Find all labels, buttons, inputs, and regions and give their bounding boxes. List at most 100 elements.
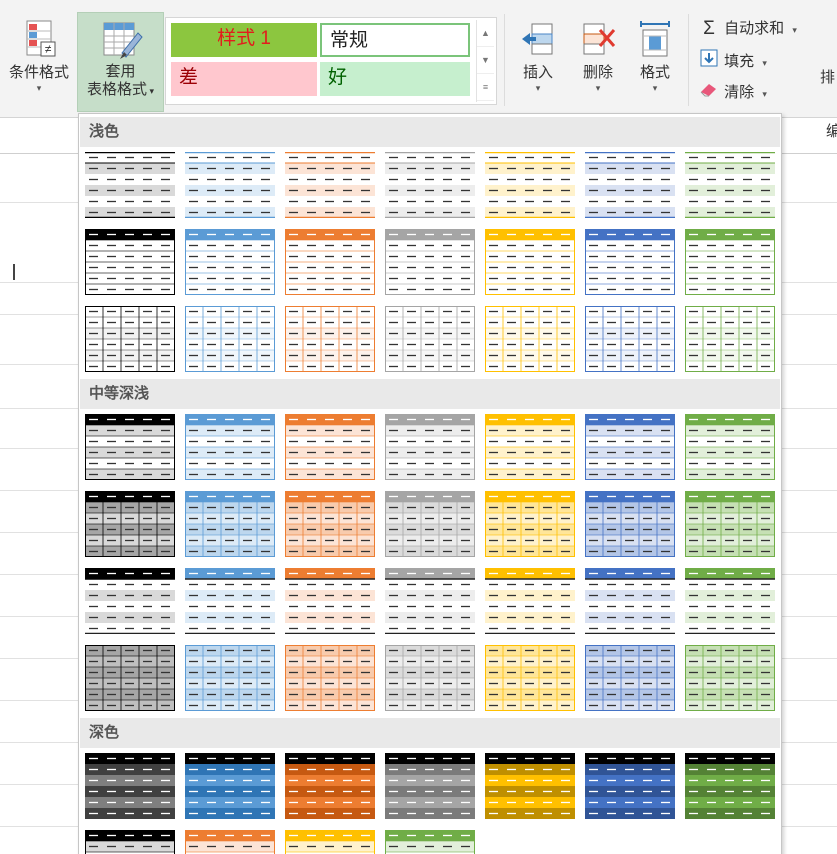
table-style-dark2-black[interactable] (85, 830, 175, 854)
table-style-light1-blue[interactable] (185, 152, 275, 218)
insert-cells-icon (522, 23, 553, 55)
format-button[interactable]: 格式 ▾ (629, 20, 681, 94)
delete-cells-icon (583, 23, 616, 55)
table-style-med2-darkblue[interactable] (585, 491, 675, 557)
table-style-med3-orange[interactable] (285, 568, 375, 634)
table-style-med4-orange[interactable] (285, 645, 375, 711)
table-style-dark1-blue[interactable] (185, 753, 275, 819)
table-style-med2-black[interactable] (85, 491, 175, 557)
ribbon: ≠ 条件格式 ▾ 套用 表格格式 ▾ 样式 1 常规 差 好 ▲ ▼ ≡ 插入 … (0, 0, 837, 118)
table-style-light3-black[interactable] (85, 306, 175, 372)
table-style-light1-green[interactable] (685, 152, 775, 218)
format-cells-icon (640, 21, 670, 57)
cell-style-bad[interactable]: 差 (171, 62, 317, 96)
format-as-table-icon (103, 22, 143, 59)
table-style-light2-gold[interactable] (485, 229, 575, 295)
table-style-med4-gold[interactable] (485, 645, 575, 711)
chevron-down-icon: ▾ (762, 57, 767, 68)
insert-button[interactable]: 插入 ▾ (512, 20, 564, 94)
table-style-dark1-green[interactable] (685, 753, 775, 819)
table-style-med3-green[interactable] (685, 568, 775, 634)
cell-style-good[interactable]: 好 (320, 62, 470, 96)
expand-gallery-icon[interactable]: ≡ (477, 74, 494, 101)
scroll-down-icon[interactable]: ▼ (477, 47, 494, 74)
table-style-light3-gray[interactable] (385, 306, 475, 372)
format-as-table-label-line2: 表格格式 (86, 81, 147, 98)
conditional-format-icon: ≠ (26, 20, 56, 57)
table-style-med4-blue[interactable] (185, 645, 275, 711)
table-style-dark1-orange[interactable] (285, 753, 375, 819)
format-as-table-button[interactable]: 套用 表格格式 ▾ (77, 12, 164, 112)
scroll-up-icon[interactable]: ▲ (477, 20, 494, 47)
table-style-light3-orange[interactable] (285, 306, 375, 372)
table-style-med3-black[interactable] (85, 568, 175, 634)
table-style-light2-darkblue[interactable] (585, 229, 675, 295)
cell-style-1[interactable]: 样式 1 (171, 23, 317, 57)
table-style-dark1-darkblue[interactable] (585, 753, 675, 819)
table-style-med2-gray[interactable] (385, 491, 475, 557)
table-style-light1-black[interactable] (85, 152, 175, 218)
table-style-med2-gold[interactable] (485, 491, 575, 557)
table-style-gallery: 浅色 中等深浅 深色 (78, 113, 782, 854)
table-style-light2-blue[interactable] (185, 229, 275, 295)
table-style-med4-black[interactable] (85, 645, 175, 711)
svg-text:≠: ≠ (45, 42, 52, 56)
conditional-format-label: 条件格式 (8, 64, 69, 81)
fill-button[interactable]: 填充 ▾ (698, 49, 767, 73)
table-style-med3-darkblue[interactable] (585, 568, 675, 634)
table-style-med3-gray[interactable] (385, 568, 475, 634)
table-style-med1-gold[interactable] (485, 414, 575, 480)
table-style-light1-gray[interactable] (385, 152, 475, 218)
table-style-med3-gold[interactable] (485, 568, 575, 634)
table-style-dark1-black[interactable] (85, 753, 175, 819)
separator (688, 14, 689, 106)
table-style-med3-blue[interactable] (185, 568, 275, 634)
chevron-down-icon: ▾ (36, 83, 42, 93)
table-style-med1-orange[interactable] (285, 414, 375, 480)
section-header-dark: 深色 (80, 718, 780, 748)
autosum-button[interactable]: Σ 自动求和 ▾ (698, 17, 797, 41)
conditional-format-button[interactable]: ≠ 条件格式 ▾ (2, 18, 76, 94)
section-header-light: 浅色 (80, 117, 780, 147)
table-style-light3-blue[interactable] (185, 306, 275, 372)
table-style-med4-green[interactable] (685, 645, 775, 711)
table-style-med4-gray[interactable] (385, 645, 475, 711)
table-style-dark2-orange[interactable] (185, 830, 275, 854)
table-style-light3-darkblue[interactable] (585, 306, 675, 372)
table-style-med1-green[interactable] (685, 414, 775, 480)
table-style-dark1-gold[interactable] (485, 753, 575, 819)
table-style-light1-orange[interactable] (285, 152, 375, 218)
column-header-partial: 编 (826, 123, 837, 140)
table-style-dark1-gray[interactable] (385, 753, 475, 819)
table-style-med2-blue[interactable] (185, 491, 275, 557)
table-style-med2-orange[interactable] (285, 491, 375, 557)
cell-style-normal[interactable]: 常规 (320, 23, 470, 57)
table-style-light2-gray[interactable] (385, 229, 475, 295)
table-style-med1-gray[interactable] (385, 414, 475, 480)
table-style-light2-orange[interactable] (285, 229, 375, 295)
table-style-light1-gold[interactable] (485, 152, 575, 218)
table-style-light2-black[interactable] (85, 229, 175, 295)
cell-styles-scroller: ▲ ▼ ≡ (476, 20, 494, 102)
table-style-med1-black[interactable] (85, 414, 175, 480)
delete-button[interactable]: 删除 ▾ (572, 20, 624, 94)
chevron-down-icon: ▾ (762, 88, 767, 99)
table-style-light3-gold[interactable] (485, 306, 575, 372)
clear-button[interactable]: 清除 ▾ (698, 80, 767, 104)
autosum-label: 自动求和 (724, 20, 785, 37)
fill-label: 填充 (724, 52, 755, 70)
section-header-medium: 中等深浅 (80, 379, 780, 409)
table-style-dark2-gold[interactable] (285, 830, 375, 854)
table-style-light1-darkblue[interactable] (585, 152, 675, 218)
table-style-med1-darkblue[interactable] (585, 414, 675, 480)
table-style-light2-green[interactable] (685, 229, 775, 295)
sort-filter-button-partial[interactable]: 排 (820, 66, 835, 87)
chevron-down-icon: ▾ (792, 25, 797, 35)
table-style-med4-darkblue[interactable] (585, 645, 675, 711)
table-style-dark2-green[interactable] (385, 830, 475, 854)
table-style-med1-blue[interactable] (185, 414, 275, 480)
format-as-table-label-line1: 套用 (105, 63, 136, 80)
delete-label: 删除 (582, 64, 613, 81)
table-style-med2-green[interactable] (685, 491, 775, 557)
table-style-light3-green[interactable] (685, 306, 775, 372)
